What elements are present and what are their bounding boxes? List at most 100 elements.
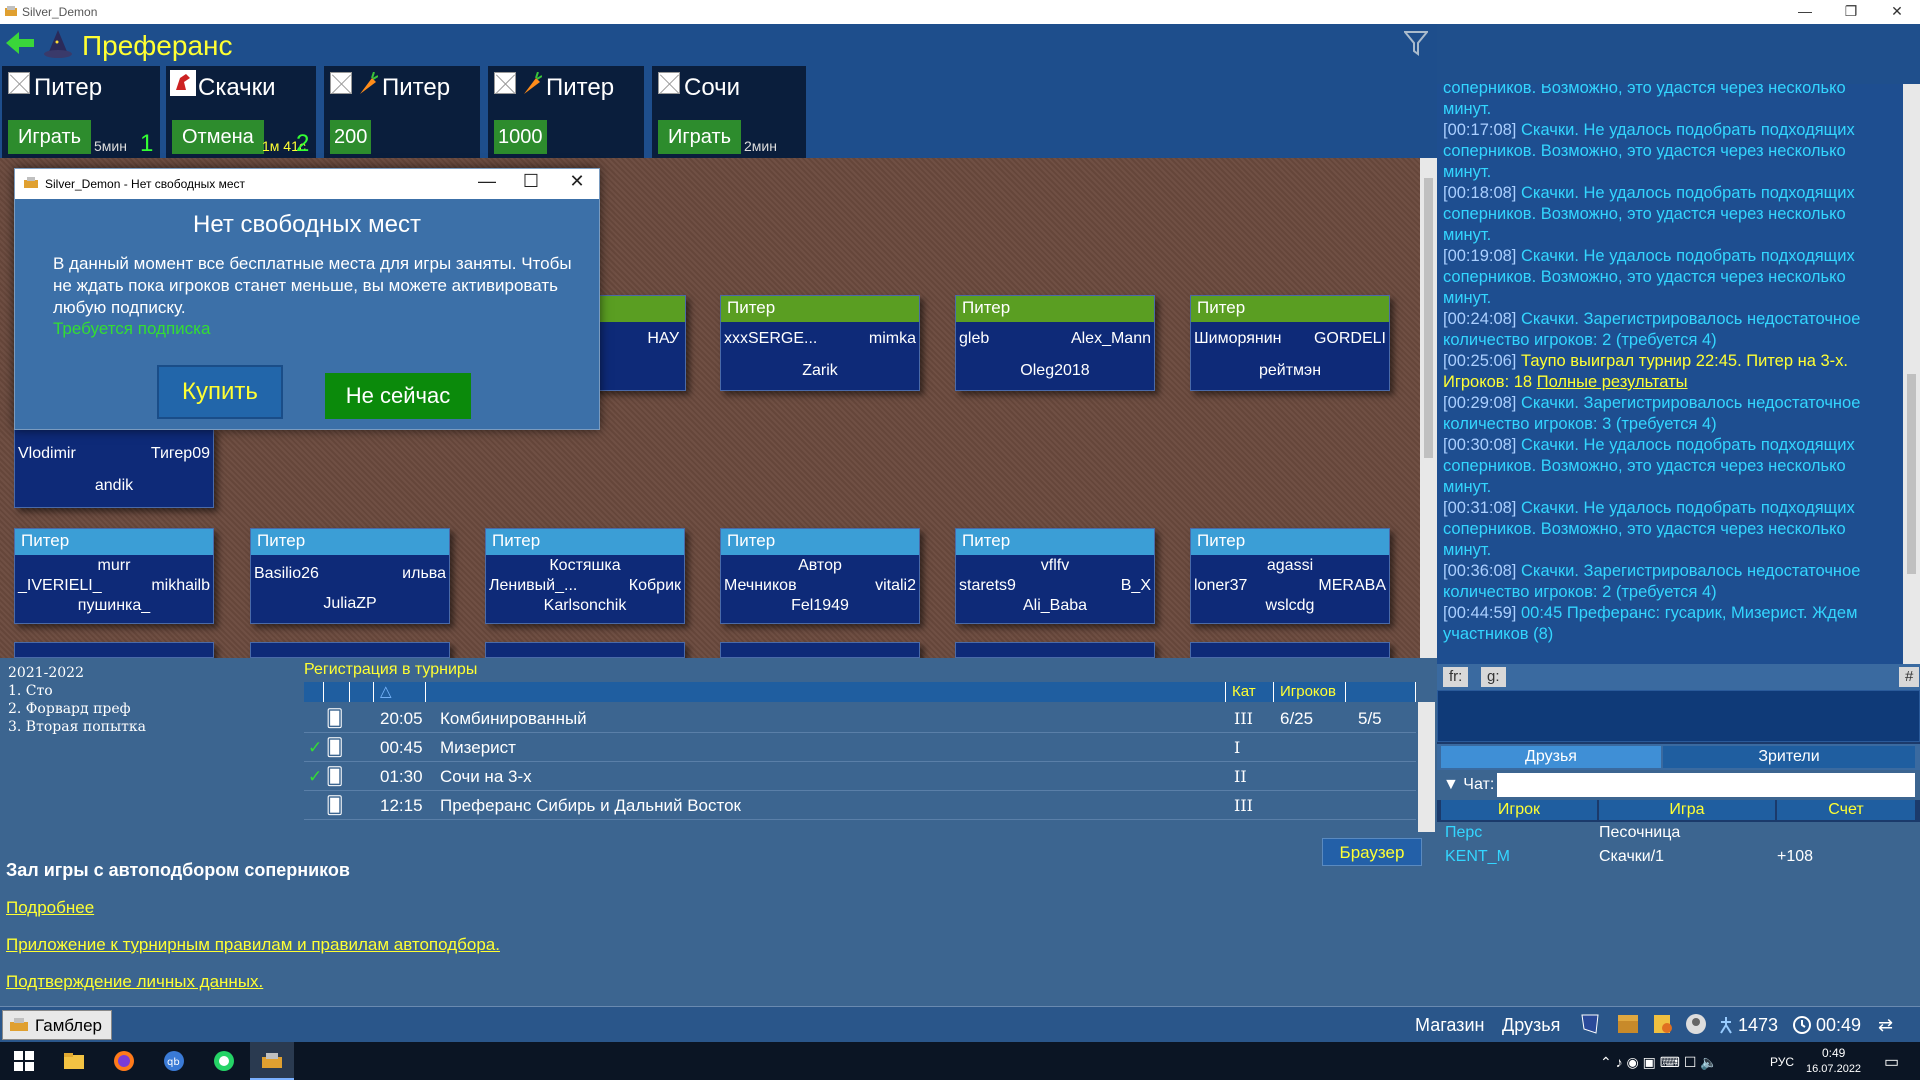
friends-link[interactable]: Друзья	[1502, 1015, 1560, 1036]
player-name[interactable]: Тигер09	[151, 445, 210, 463]
player-name[interactable]: starets9	[959, 577, 1016, 595]
chat-tab-game[interactable]: g:	[1481, 667, 1506, 687]
dialog-close-button[interactable]: ✕	[557, 171, 597, 192]
player-name[interactable]: Basilio26	[254, 565, 319, 583]
taskbar-date[interactable]: 16.07.2022	[1806, 1063, 1861, 1075]
cancel-button[interactable]: Отмена	[172, 120, 264, 154]
chat-scrollbar[interactable]	[1903, 84, 1920, 664]
col-icon-header[interactable]	[324, 682, 350, 702]
tournament-row[interactable]: ✓ 🂠 01:30 Сочи на 3-х II	[304, 762, 1416, 791]
col-game-header[interactable]: Игра	[1599, 800, 1775, 820]
personal-data-link[interactable]: Подтверждение личных данных.	[6, 972, 263, 992]
friend-row[interactable]: KENT_M Скачки/1 +108	[1437, 846, 1920, 870]
game-table[interactable]	[955, 642, 1155, 658]
game-table[interactable]: Питер Шиморянин GORDELI рейтмэн	[1190, 295, 1390, 391]
scroll-thumb[interactable]	[1907, 374, 1916, 574]
full-results-link[interactable]: Полные результаты	[1537, 373, 1688, 391]
stake-button[interactable]: 1000	[494, 120, 547, 154]
play-button[interactable]: Играть	[658, 120, 742, 154]
friend-row[interactable]: Перс Песочница	[1437, 822, 1920, 846]
game-table[interactable]	[250, 642, 450, 658]
tab-spectators[interactable]: Зрители	[1663, 746, 1915, 768]
col-name-header[interactable]	[426, 682, 1226, 702]
file-explorer-icon[interactable]	[62, 1049, 86, 1073]
chat-input[interactable]	[1437, 690, 1920, 742]
player-name[interactable]: GORDELI	[1314, 330, 1386, 348]
game-table[interactable]: Питер Костяшка Ленивый_... Кобрик Karlso…	[485, 528, 685, 624]
game-table[interactable]: Питер xxxSERGE... mimka Zarik	[720, 295, 920, 391]
close-button[interactable]: ✕	[1874, 0, 1920, 24]
player-name[interactable]: Oleg2018	[956, 362, 1154, 380]
player-name[interactable]: НАУ	[647, 330, 679, 348]
col-check-header[interactable]	[304, 682, 324, 702]
scroll-thumb[interactable]	[1424, 178, 1433, 458]
player-name[interactable]: Костяшка	[486, 557, 684, 575]
player-name[interactable]: vitali2	[875, 577, 916, 595]
player-name[interactable]: Ali_Baba	[956, 597, 1154, 615]
player-name[interactable]: пушинка_	[15, 597, 213, 615]
game-table[interactable]: Питер gleb Alex_Mann Oleg2018	[955, 295, 1155, 391]
game-table[interactable]: Питер murr _IVERIELI_ mikhailb пушинка_	[14, 528, 214, 624]
player-name[interactable]: Vlodimir	[18, 445, 76, 463]
stake-button[interactable]: 200	[330, 120, 372, 154]
qbittorrent-icon[interactable]: qb	[162, 1049, 186, 1073]
player-name[interactable]: Fel1949	[721, 597, 919, 615]
mode-checkbox[interactable]	[330, 72, 352, 94]
player-name[interactable]: ильва	[402, 565, 446, 583]
shield-icon[interactable]	[1580, 1013, 1600, 1035]
mode-checkbox[interactable]	[658, 72, 680, 94]
language-indicator[interactable]: РУС	[1770, 1055, 1794, 1069]
tournament-row[interactable]: 🂠 20:05 Комбинированный III 6/25 5/5	[304, 704, 1416, 733]
player-name[interactable]: agassi	[1191, 557, 1389, 575]
player-name[interactable]: Автор	[721, 557, 919, 575]
rating-item[interactable]: 3. Вторая попытка	[8, 718, 292, 736]
game-table[interactable]	[14, 642, 214, 658]
game-table[interactable]	[720, 642, 920, 658]
rating-item[interactable]: 1. Сто	[8, 682, 292, 700]
player-name[interactable]: Zarik	[721, 362, 919, 380]
player-name[interactable]: wslcdg	[1191, 597, 1389, 615]
taskbar-time[interactable]: 0:49	[1822, 1046, 1845, 1060]
gambler-taskbar-button[interactable]	[250, 1042, 294, 1080]
filter-icon[interactable]	[1404, 30, 1428, 56]
dialog-maximize-button[interactable]: ☐	[511, 171, 551, 192]
game-table[interactable]: Питер Basilio26 ильва JuliaZP	[250, 528, 450, 624]
tournament-row[interactable]: 🂠 12:15 Преферанс Сибирь и Дальний Восто…	[304, 791, 1416, 820]
player-name[interactable]: xxxSERGE...	[724, 330, 817, 348]
player-name[interactable]: Шиморянин	[1194, 330, 1282, 348]
game-table[interactable]: Питер Автор Мечников vitali2 Fel1949	[720, 528, 920, 624]
player-name[interactable]: murr	[15, 557, 213, 575]
player-name[interactable]: loner37	[1194, 577, 1247, 595]
rating-item[interactable]: 2. Форвард преф	[8, 700, 292, 718]
details-link[interactable]: Подробнее	[6, 898, 94, 918]
restore-button[interactable]: ❐	[1828, 0, 1874, 24]
chat-tab-channel[interactable]: #	[1899, 667, 1920, 687]
game-table[interactable]	[1190, 642, 1390, 658]
windows-start-icon[interactable]	[12, 1049, 36, 1073]
chat-filter-input[interactable]	[1497, 773, 1915, 797]
play-button[interactable]: Играть	[8, 120, 92, 154]
browser-button[interactable]: Браузер	[1322, 838, 1422, 866]
arrows-icon[interactable]: ⇄	[1878, 1015, 1893, 1036]
chest-icon[interactable]	[1616, 1013, 1640, 1035]
whatsapp-icon[interactable]	[212, 1049, 236, 1073]
mode-checkbox[interactable]	[8, 72, 30, 94]
avatar-icon[interactable]	[1684, 1013, 1708, 1035]
tray-icons[interactable]: ⌃ ♪ ◉ ▣ ⌨ ☐ 🔈	[1600, 1054, 1718, 1071]
col-players-header[interactable]: Игроков	[1274, 682, 1346, 702]
tables-scrollbar[interactable]	[1420, 158, 1437, 658]
game-table[interactable]: Vlodimir Тигер09 andik	[14, 428, 214, 508]
player-name[interactable]: Karlsonchik	[486, 597, 684, 615]
mode-checkbox[interactable]	[494, 72, 516, 94]
col-extra-header[interactable]	[1346, 682, 1416, 702]
dialog-minimize-button[interactable]: —	[467, 171, 507, 192]
notification-icon[interactable]: ▭	[1884, 1052, 1899, 1072]
buy-button[interactable]: Купить	[157, 365, 283, 419]
player-name[interactable]: _IVERIELI_	[18, 577, 102, 595]
document-icon[interactable]	[1650, 1013, 1674, 1035]
rules-link[interactable]: Приложение к турнирным правилам и правил…	[6, 935, 500, 955]
player-name[interactable]: Ленивый_...	[489, 577, 577, 595]
col-category-header[interactable]: Кат	[1226, 682, 1274, 702]
player-name[interactable]: mikhailb	[151, 577, 210, 595]
player-name[interactable]: andik	[15, 477, 213, 495]
